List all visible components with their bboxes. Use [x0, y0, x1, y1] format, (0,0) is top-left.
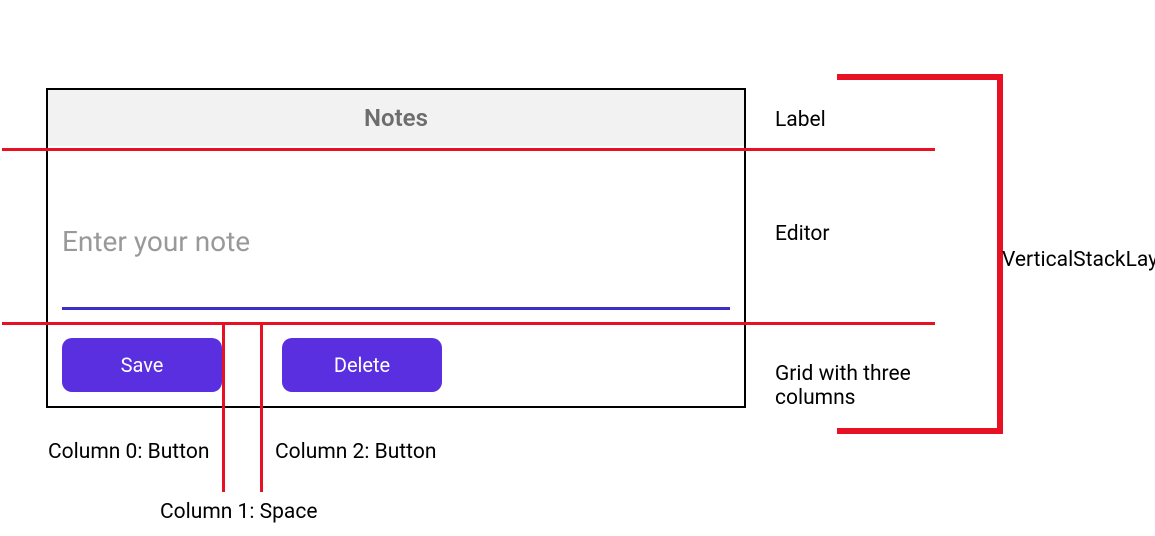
annotation-line-below-editor: [2, 322, 935, 325]
delete-button[interactable]: Delete: [282, 338, 442, 392]
editor-area: [48, 146, 744, 324]
annotation-line-column-divider-2: [260, 322, 263, 492]
title-bar: Notes: [48, 90, 744, 146]
annotation-column-0: Column 0: Button: [48, 440, 209, 464]
annotation-vertical-stack: VerticalStackLayout: [1002, 248, 1155, 272]
editor-underline: [62, 307, 730, 310]
vertical-stack-bracket: [975, 74, 997, 434]
annotation-grid: Grid with three columns: [775, 362, 935, 410]
annotation-line-column-divider-1: [222, 322, 225, 492]
grid-column-2: Delete: [282, 338, 442, 392]
button-grid: Save Delete: [48, 324, 744, 406]
grid-column-0: Save: [62, 338, 222, 392]
annotation-editor: Editor: [775, 222, 829, 246]
bracket-bottom: [837, 428, 997, 434]
vertical-stack-layout: Notes Save Delete: [46, 88, 746, 408]
annotation-line-below-title: [2, 148, 935, 151]
page-title: Notes: [364, 104, 428, 132]
note-editor[interactable]: [62, 225, 730, 258]
save-button[interactable]: Save: [62, 338, 222, 392]
annotation-column-2: Column 2: Button: [275, 440, 436, 464]
annotation-label: Label: [775, 108, 826, 132]
bracket-top: [837, 74, 997, 80]
annotation-column-1: Column 1: Space: [160, 500, 317, 524]
